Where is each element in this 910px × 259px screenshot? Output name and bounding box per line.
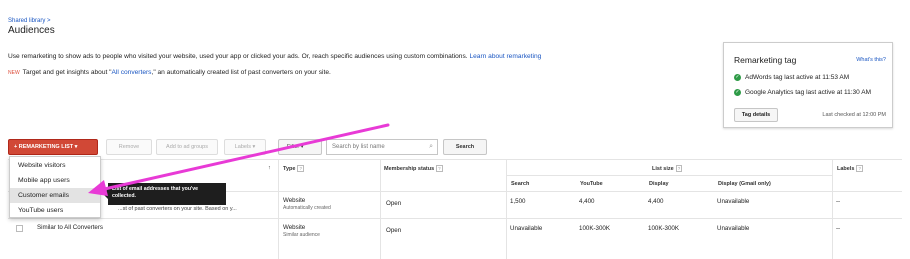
annotation-arrow-icon	[88, 123, 390, 196]
